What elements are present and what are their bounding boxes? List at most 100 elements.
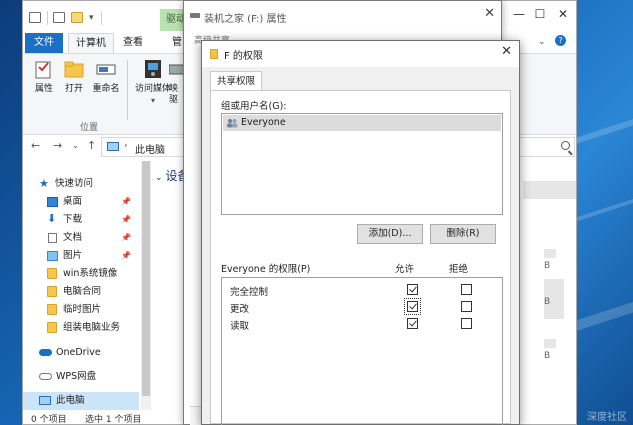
allow-checkbox[interactable] bbox=[404, 298, 421, 315]
permission-name: 读取 bbox=[230, 321, 250, 332]
drive-capacity-bar bbox=[544, 249, 556, 258]
pictures-icon bbox=[47, 251, 58, 261]
navigation-pane: ★ 快速访问 桌面 📌 ⬇ 下载 📌 文档 📌 图片 📌 win系统镜像 电脑合… bbox=[23, 161, 139, 424]
sidebar-item-label: 电脑合同 bbox=[63, 286, 102, 297]
open-button[interactable]: 打开 bbox=[57, 58, 91, 95]
scrollbar-thumb[interactable] bbox=[142, 161, 150, 396]
allow-checkbox[interactable] bbox=[407, 318, 418, 329]
quick-properties-icon[interactable] bbox=[53, 12, 65, 23]
map-drive-button[interactable]: 映驱 bbox=[169, 58, 183, 106]
remove-button[interactable]: 删除(R) bbox=[430, 224, 496, 244]
drive-size-unit: B bbox=[544, 297, 551, 307]
maximize-icon[interactable]: ☐ bbox=[530, 7, 550, 21]
dialog-title: 装机之家 (F:) 属性 bbox=[204, 14, 287, 25]
sidebar-item-quick-access[interactable]: ★ 快速访问 bbox=[23, 175, 139, 193]
properties-label: 属性 bbox=[34, 84, 53, 94]
allow-checkbox[interactable] bbox=[407, 284, 418, 295]
pin-icon[interactable]: 📌 bbox=[121, 229, 131, 247]
rename-button[interactable]: 重命名 bbox=[89, 58, 123, 95]
pin-icon[interactable]: 📌 bbox=[121, 247, 131, 265]
close-icon[interactable]: ✕ bbox=[501, 44, 512, 59]
close-icon[interactable]: ✕ bbox=[553, 7, 573, 21]
back-arrow-icon[interactable]: ← bbox=[31, 139, 40, 152]
sidebar-item-contracts[interactable]: 电脑合同 bbox=[23, 283, 139, 301]
quick-new-folder-icon[interactable] bbox=[71, 12, 83, 23]
sidebar-item-temp-pictures[interactable]: 临时图片 bbox=[23, 301, 139, 319]
sidebar-item-label: 下载 bbox=[63, 214, 83, 225]
item-count: 0 个项目 bbox=[31, 415, 67, 425]
computer-icon bbox=[39, 396, 51, 405]
sidebar-item-wps[interactable]: WPS网盘 bbox=[23, 368, 139, 386]
drive-tile-background bbox=[523, 181, 576, 199]
deny-checkbox[interactable] bbox=[461, 318, 472, 329]
sidebar-item-pc-business[interactable]: 组装电脑业务 bbox=[23, 319, 139, 337]
breadcrumb-this-pc[interactable]: 此电脑 bbox=[135, 141, 165, 156]
cloud-icon bbox=[39, 373, 52, 380]
sidebar-item-documents[interactable]: 文档 📌 bbox=[23, 229, 139, 247]
pin-icon[interactable]: 📌 bbox=[121, 211, 131, 229]
sidebar-item-label: WPS网盘 bbox=[56, 371, 97, 382]
navigation-scrollbar[interactable] bbox=[141, 161, 151, 424]
properties-button[interactable]: 属性 bbox=[27, 58, 61, 95]
sidebar-item-label: 临时图片 bbox=[63, 304, 102, 315]
drive-size-unit: B bbox=[544, 351, 551, 361]
drive-capacity-bar bbox=[544, 339, 556, 348]
tab-share-permissions[interactable]: 共享权限 bbox=[210, 71, 262, 91]
ribbon-collapse-icon[interactable]: ⌄ bbox=[538, 37, 546, 47]
computer-icon bbox=[107, 142, 119, 151]
search-icon bbox=[561, 141, 570, 150]
rename-icon bbox=[96, 64, 116, 75]
sidebar-item-pictures[interactable]: 图片 📌 bbox=[23, 247, 139, 265]
close-icon[interactable]: ✕ bbox=[484, 6, 495, 21]
help-icon[interactable]: ? bbox=[555, 35, 566, 46]
sidebar-item-label: 此电脑 bbox=[56, 395, 85, 406]
table-row: 读取 bbox=[222, 316, 502, 332]
deny-checkbox[interactable] bbox=[461, 301, 472, 312]
breadcrumb-chevron-icon[interactable]: › bbox=[124, 141, 128, 151]
open-label: 打开 bbox=[64, 84, 83, 94]
customize-quick-access-icon[interactable]: ▾ bbox=[89, 13, 94, 23]
star-icon: ★ bbox=[39, 177, 49, 190]
sidebar-item-label: 快速访问 bbox=[55, 178, 94, 189]
folder-icon bbox=[47, 268, 57, 279]
permission-name: 完全控制 bbox=[230, 287, 269, 298]
sidebar-item-this-pc[interactable]: 此电脑 bbox=[23, 392, 139, 410]
minimize-icon[interactable]: — bbox=[509, 7, 529, 21]
permissions-dialog: F 的权限 ✕ 共享权限 组或用户名(G): Everyone 添加(D)...… bbox=[201, 40, 520, 425]
watermark: 深度社区 bbox=[587, 412, 627, 423]
explorer-app-icon bbox=[29, 12, 41, 23]
group-or-user-label: 组或用户名(G): bbox=[221, 101, 287, 112]
tab-file[interactable]: 文件 bbox=[25, 33, 63, 53]
chevron-down-icon: ⌄ bbox=[155, 173, 163, 183]
list-item[interactable]: Everyone bbox=[223, 115, 501, 131]
deny-checkbox[interactable] bbox=[461, 284, 472, 295]
table-row: 更改 bbox=[222, 298, 502, 315]
tab-view[interactable]: 查看 bbox=[118, 33, 148, 53]
up-arrow-icon[interactable]: ↑ bbox=[87, 139, 96, 152]
tab-computer[interactable]: 计算机 bbox=[68, 33, 114, 53]
sidebar-item-label: OneDrive bbox=[56, 347, 101, 358]
selected-count: 选中 1 个项目 bbox=[85, 415, 142, 425]
dialog-title: F 的权限 bbox=[224, 51, 263, 62]
recent-dropdown-icon[interactable]: ⌄ bbox=[72, 141, 79, 150]
sidebar-item-label: 组装电脑业务 bbox=[63, 322, 121, 333]
sidebar-item-downloads[interactable]: ⬇ 下载 📌 bbox=[23, 211, 139, 229]
sidebar-item-win-image[interactable]: win系统镜像 bbox=[23, 265, 139, 283]
sidebar-item-onedrive[interactable]: OneDrive bbox=[23, 344, 139, 362]
address-field[interactable]: › 此电脑 bbox=[101, 137, 191, 157]
documents-icon bbox=[48, 233, 57, 243]
pin-icon[interactable]: 📌 bbox=[121, 193, 131, 211]
permission-name: 更改 bbox=[230, 304, 250, 315]
permissions-panel: 组或用户名(G): Everyone 添加(D)... 删除(R) Everyo… bbox=[210, 90, 511, 425]
forward-arrow-icon[interactable]: → bbox=[53, 139, 62, 152]
deny-column-header: 拒绝 bbox=[449, 264, 469, 275]
users-list[interactable]: Everyone bbox=[221, 113, 503, 215]
add-button[interactable]: 添加(D)... bbox=[357, 224, 423, 244]
sidebar-item-label: win系统镜像 bbox=[63, 268, 118, 279]
table-row: 完全控制 bbox=[222, 282, 502, 298]
media-access-icon bbox=[145, 60, 161, 78]
map-drive-icon bbox=[169, 64, 183, 75]
folder-icon bbox=[210, 49, 218, 59]
allow-column-header: 允许 bbox=[395, 264, 415, 275]
sidebar-item-desktop[interactable]: 桌面 📌 bbox=[23, 193, 139, 211]
